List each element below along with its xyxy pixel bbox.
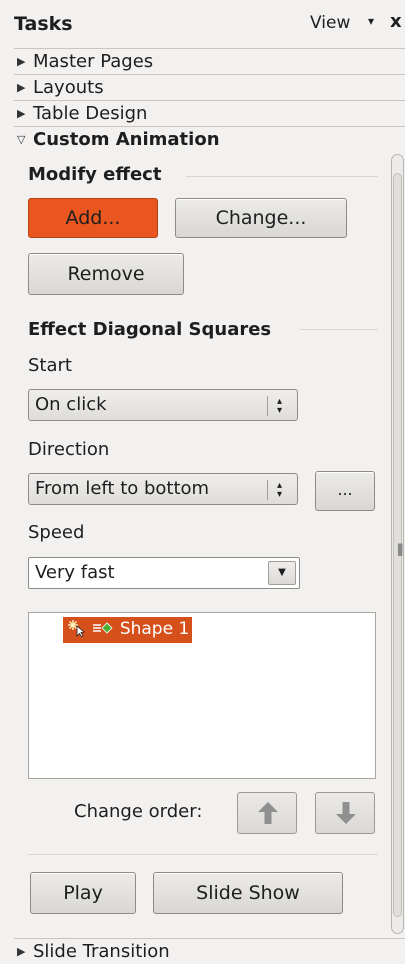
speed-dropdown[interactable]: Very fast ▼: [28, 557, 300, 589]
effect-options-label: ...: [337, 480, 353, 499]
deck-master-pages[interactable]: ▶ Master Pages: [14, 48, 405, 74]
speed-label: Speed: [28, 522, 85, 543]
chevron-down-icon[interactable]: ▾: [368, 14, 374, 28]
play-button[interactable]: Play: [30, 872, 136, 914]
arrow-down-icon: [336, 802, 356, 824]
direction-value: From left to bottom: [35, 478, 210, 499]
remove-effect-button[interactable]: Remove: [28, 253, 184, 295]
direction-select[interactable]: From left to bottom ▴ ▾: [28, 473, 298, 505]
effect-type-icon: [93, 622, 113, 634]
section-divider: [300, 329, 378, 330]
expand-triangle-icon: ▶: [17, 107, 26, 120]
start-label: Start: [28, 355, 72, 376]
collapse-triangle-icon: ▽: [17, 133, 26, 146]
section-divider: [28, 854, 378, 855]
move-up-button[interactable]: [237, 792, 297, 834]
deck-label: Layouts: [33, 77, 104, 98]
deck-table-design[interactable]: ▶ Table Design: [14, 100, 405, 126]
remove-effect-label: Remove: [67, 263, 145, 285]
change-effect-button[interactable]: Change...: [175, 198, 347, 238]
view-menu-button[interactable]: View: [310, 13, 350, 33]
move-down-button[interactable]: [315, 792, 375, 834]
deck-label: Slide Transition: [33, 941, 170, 962]
slide-show-button[interactable]: Slide Show: [153, 872, 343, 914]
effect-heading: Effect Diagonal Squares: [28, 319, 272, 340]
deck-custom-animation[interactable]: ▽ Custom Animation: [14, 126, 405, 152]
play-label: Play: [63, 882, 103, 904]
list-item-label: Shape 1: [119, 619, 190, 639]
section-divider: [186, 176, 378, 177]
direction-label: Direction: [28, 439, 110, 460]
scroll-thumb[interactable]: ▪ ▪ ▪: [393, 173, 404, 917]
expand-triangle-icon: ▶: [17, 55, 26, 68]
spin-arrows-icon: ▴ ▾: [267, 396, 291, 416]
pane-title: Tasks: [14, 13, 73, 35]
slide-show-label: Slide Show: [196, 882, 300, 904]
vertical-scrollbar[interactable]: ▪ ▪ ▪: [389, 152, 405, 938]
effects-list[interactable]: Shape 1: [28, 612, 376, 779]
start-select[interactable]: On click ▴ ▾: [28, 389, 298, 421]
deck-slide-transition[interactable]: ▶ Slide Transition: [14, 938, 405, 964]
expand-triangle-icon: ▶: [17, 945, 26, 958]
speed-value: Very fast: [35, 562, 115, 583]
change-effect-label: Change...: [215, 207, 307, 229]
effect-options-button[interactable]: ...: [315, 471, 375, 511]
deck-label: Custom Animation: [33, 129, 220, 150]
deck-label: Master Pages: [33, 51, 154, 72]
expand-triangle-icon: ▶: [17, 81, 26, 94]
deck-label: Table Design: [33, 103, 148, 124]
deck-layouts[interactable]: ▶ Layouts: [14, 74, 405, 100]
task-pane-header: Tasks View ▾ x: [0, 0, 405, 50]
add-effect-label: Add...: [65, 207, 121, 229]
grip-icon: ▪ ▪ ▪: [397, 541, 404, 559]
add-effect-button[interactable]: Add...: [28, 198, 158, 238]
modify-effect-heading: Modify effect: [28, 164, 162, 185]
chevron-down-icon[interactable]: ▼: [268, 561, 296, 585]
close-icon[interactable]: x: [390, 11, 402, 32]
on-click-icon: [68, 620, 85, 638]
custom-animation-panel: Modify effect Add... Change... Remove Ef…: [14, 152, 388, 938]
list-item[interactable]: Shape 1: [63, 617, 193, 643]
spin-arrows-icon: ▴ ▾: [267, 480, 291, 500]
scroll-track[interactable]: ▪ ▪ ▪: [391, 154, 404, 934]
start-value: On click: [35, 394, 107, 415]
arrow-up-icon: [258, 802, 278, 824]
change-order-label: Change order:: [74, 801, 203, 822]
